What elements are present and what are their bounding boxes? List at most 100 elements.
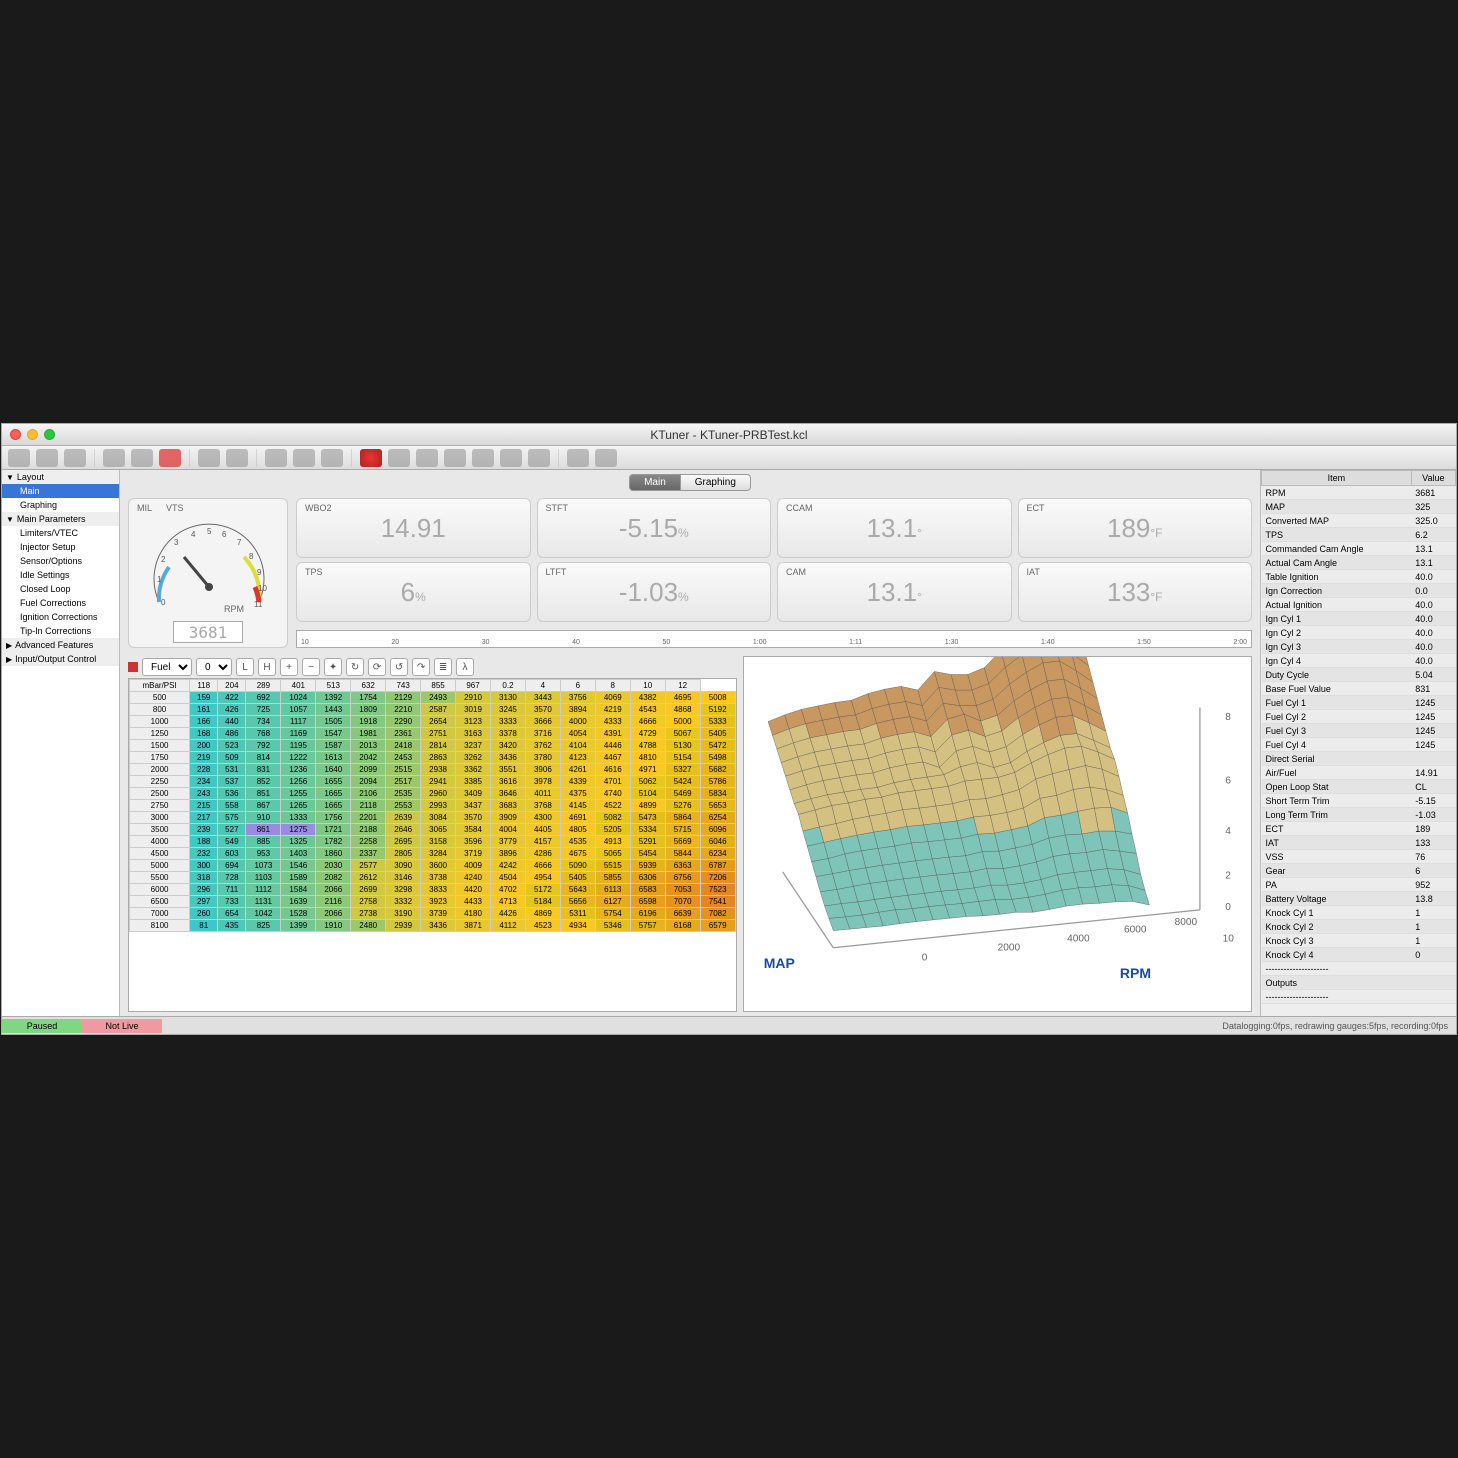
table-cell[interactable]: 4543 — [630, 704, 665, 716]
table-tool[interactable]: ⟳ — [368, 658, 386, 676]
table-cell[interactable]: 3123 — [456, 716, 491, 728]
sidebar-item[interactable]: Idle Settings — [2, 568, 119, 582]
table-cell[interactable]: 1665 — [316, 800, 351, 812]
table-cell[interactable]: 300 — [190, 860, 218, 872]
table-cell[interactable]: 4009 — [456, 860, 491, 872]
table-cell[interactable]: 3646 — [490, 788, 525, 800]
table-cell[interactable]: 2751 — [421, 728, 456, 740]
table-cell[interactable]: 4219 — [595, 704, 630, 716]
table-cell[interactable]: 1613 — [316, 752, 351, 764]
table-cell[interactable]: 6756 — [665, 872, 700, 884]
low-button[interactable]: L — [236, 658, 254, 676]
toolbar-button[interactable] — [64, 449, 86, 467]
table-cell[interactable]: 4913 — [595, 836, 630, 848]
table-cell[interactable]: 4104 — [560, 740, 595, 752]
table-cell[interactable]: 2515 — [386, 764, 421, 776]
table-cell[interactable]: 3245 — [490, 704, 525, 716]
table-cell[interactable]: 3237 — [456, 740, 491, 752]
table-cell[interactable]: 260 — [190, 908, 218, 920]
table-cell[interactable]: 2553 — [386, 800, 421, 812]
table-cell[interactable]: 3683 — [490, 800, 525, 812]
table-cell[interactable]: 159 — [190, 692, 218, 704]
table-cell[interactable]: 2030 — [316, 860, 351, 872]
table-cell[interactable]: 2758 — [351, 896, 386, 908]
table-cell[interactable]: 1169 — [281, 728, 316, 740]
table-cell[interactable]: 5346 — [595, 920, 630, 932]
table-cell[interactable]: 792 — [246, 740, 281, 752]
table-cell[interactable]: 4788 — [630, 740, 665, 752]
table-cell[interactable]: 3739 — [421, 908, 456, 920]
table-cell[interactable]: 4695 — [665, 692, 700, 704]
table-cell[interactable]: 885 — [246, 836, 281, 848]
table-cell[interactable]: 4054 — [560, 728, 595, 740]
table-cell[interactable]: 3130 — [490, 692, 525, 704]
table-cell[interactable]: 4391 — [595, 728, 630, 740]
table-cell[interactable]: 3436 — [490, 752, 525, 764]
table-cell[interactable]: 1756 — [316, 812, 351, 824]
table-cell[interactable]: 1236 — [281, 764, 316, 776]
table-cell[interactable]: 5062 — [630, 776, 665, 788]
table-cell[interactable]: 3333 — [490, 716, 525, 728]
table-cell[interactable]: 2938 — [421, 764, 456, 776]
table-cell[interactable]: 4523 — [525, 920, 560, 932]
table-cell[interactable]: 6234 — [700, 848, 735, 860]
table-cell[interactable]: 5172 — [525, 884, 560, 896]
table-cell[interactable]: 7523 — [700, 884, 735, 896]
table-cell[interactable]: 2654 — [421, 716, 456, 728]
table-cell[interactable]: 4868 — [665, 704, 700, 716]
table-cell[interactable]: 523 — [218, 740, 246, 752]
zoom-out-icon[interactable] — [321, 449, 343, 467]
table-cell[interactable]: 549 — [218, 836, 246, 848]
table-cell[interactable]: 1640 — [316, 764, 351, 776]
table-cell[interactable]: 3779 — [490, 836, 525, 848]
table-cell[interactable]: 2453 — [386, 752, 421, 764]
table-cell[interactable]: 4000 — [560, 716, 595, 728]
table-cell[interactable]: 527 — [218, 824, 246, 836]
table-cell[interactable]: 2013 — [351, 740, 386, 752]
table-cell[interactable]: 4702 — [490, 884, 525, 896]
table-cell[interactable]: 861 — [246, 824, 281, 836]
table-cell[interactable]: 3163 — [456, 728, 491, 740]
table-cell[interactable]: 4333 — [595, 716, 630, 728]
table-cell[interactable]: 1275 — [281, 824, 316, 836]
table-cell[interactable]: 5844 — [665, 848, 700, 860]
gear-icon[interactable] — [595, 449, 617, 467]
table-cell[interactable]: 4740 — [595, 788, 630, 800]
table-cell[interactable]: 5682 — [700, 764, 735, 776]
table-cell[interactable]: 3332 — [386, 896, 421, 908]
table-cell[interactable]: 5656 — [560, 896, 595, 908]
step-back-icon[interactable] — [416, 449, 438, 467]
table-cell[interactable]: 5192 — [700, 704, 735, 716]
table-cell[interactable]: 2258 — [351, 836, 386, 848]
table-cell[interactable]: 3146 — [386, 872, 421, 884]
play-icon[interactable] — [444, 449, 466, 467]
table-cell[interactable]: 3871 — [456, 920, 491, 932]
table-cell[interactable]: 5067 — [665, 728, 700, 740]
table-cell[interactable]: 4069 — [595, 692, 630, 704]
table-cell[interactable]: 3190 — [386, 908, 421, 920]
table-cell[interactable]: 7541 — [700, 896, 735, 908]
table-cell[interactable]: 910 — [246, 812, 281, 824]
table-cell[interactable]: 4382 — [630, 692, 665, 704]
skip-back-icon[interactable] — [388, 449, 410, 467]
table-cell[interactable]: 4729 — [630, 728, 665, 740]
sidebar-item[interactable]: Sensor/Options — [2, 554, 119, 568]
table-cell[interactable]: 3362 — [456, 764, 491, 776]
step-forward-icon[interactable] — [500, 449, 522, 467]
table-cell[interactable]: 3437 — [456, 800, 491, 812]
user-icon[interactable] — [567, 449, 589, 467]
table-cell[interactable]: 4420 — [456, 884, 491, 896]
table-cell[interactable]: 2699 — [351, 884, 386, 896]
toolbar-button[interactable] — [36, 449, 58, 467]
table-cell[interactable]: 5757 — [630, 920, 665, 932]
table-cell[interactable]: 4405 — [525, 824, 560, 836]
table-cell[interactable]: 4899 — [630, 800, 665, 812]
table-cell[interactable]: 215 — [190, 800, 218, 812]
table-cell[interactable]: 2646 — [386, 824, 421, 836]
table-cell[interactable]: 5205 — [595, 824, 630, 836]
table-cell[interactable]: 435 — [218, 920, 246, 932]
table-cell[interactable]: 228 — [190, 764, 218, 776]
table-cell[interactable]: 537 — [218, 776, 246, 788]
table-cell[interactable]: 6113 — [595, 884, 630, 896]
table-cell[interactable]: 5834 — [700, 788, 735, 800]
